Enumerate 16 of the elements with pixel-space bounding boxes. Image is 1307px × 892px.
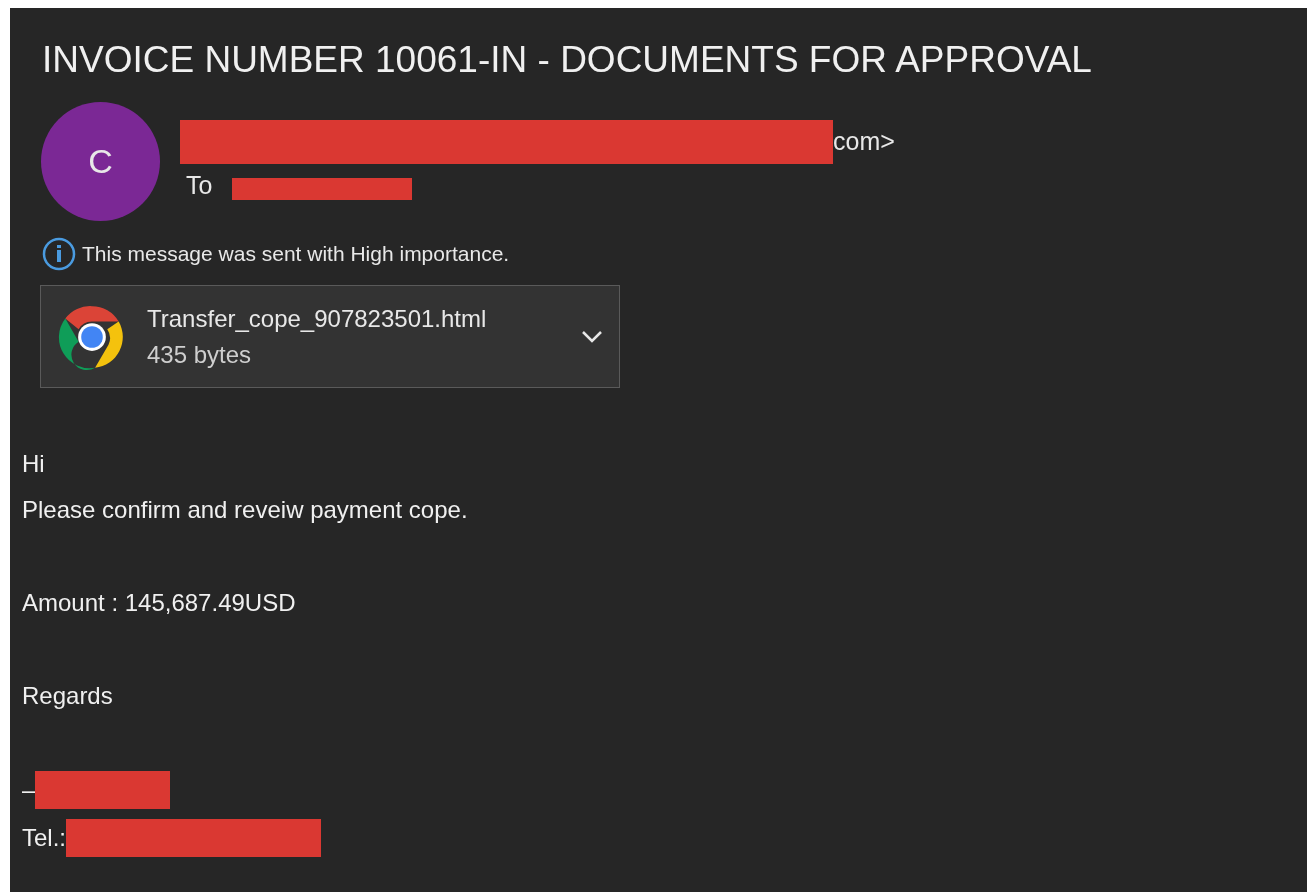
body-text: Amount : 145,687.49USD bbox=[22, 588, 296, 618]
info-icon bbox=[42, 237, 76, 271]
signature-label: – bbox=[22, 775, 36, 805]
attachment-size: 435 bytes bbox=[147, 339, 253, 370]
message-subject: INVOICE NUMBER 10061-IN - DOCUMENTS FOR APPROVAL bbox=[41, 38, 1093, 82]
body-text: Please confirm and reveiw payment cope. bbox=[22, 495, 468, 525]
sender-avatar: C bbox=[41, 102, 160, 221]
to-label: To bbox=[186, 169, 213, 201]
body-text: Regards bbox=[22, 681, 113, 711]
sender-address: com> bbox=[833, 126, 895, 157]
chevron-down-icon[interactable] bbox=[581, 329, 603, 344]
attachment-card[interactable]: Transfer_cope_907823501.html 435 bytes bbox=[40, 285, 620, 388]
body-text: Hi bbox=[22, 449, 45, 479]
attachment-name: Transfer_cope_907823501.html bbox=[147, 303, 488, 334]
signature-label: Tel.: bbox=[22, 823, 66, 853]
importance-notice: This message was sent with High importance. bbox=[82, 241, 510, 268]
